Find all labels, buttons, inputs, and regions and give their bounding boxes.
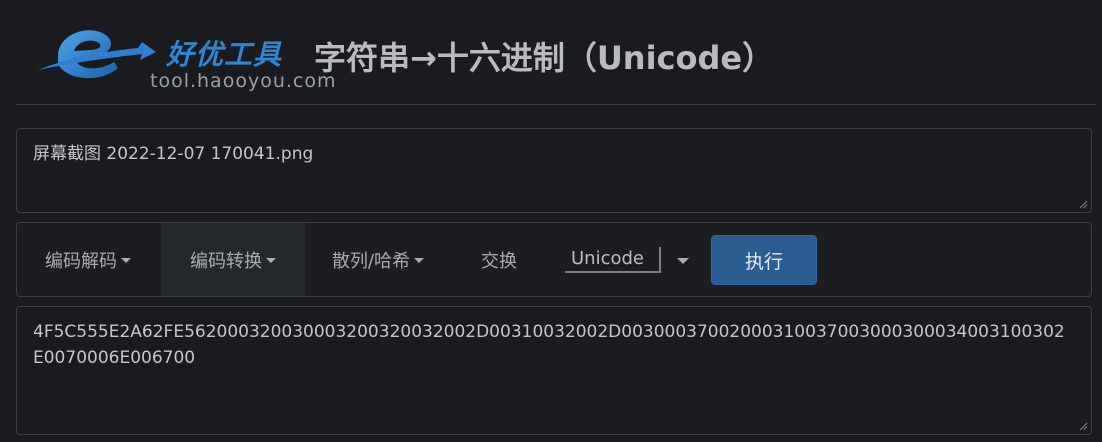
encode-decode-menu[interactable]: 编码解码 bbox=[17, 223, 159, 296]
swap-button[interactable]: 交换 bbox=[457, 223, 541, 296]
input-text: 屏幕截图 2022-12-07 170041.png bbox=[33, 144, 314, 164]
run-button[interactable]: 执行 bbox=[711, 235, 817, 285]
output-textarea[interactable]: 4F5C555E2A62FE56200032003000320032003200… bbox=[16, 306, 1092, 435]
page: 好优工具 tool.haooyou.com 字符串→十六进制（Unicode） … bbox=[0, 0, 1102, 442]
swap-label: 交换 bbox=[481, 250, 517, 272]
chevron-down-icon bbox=[121, 258, 131, 263]
hash-label: 散列/哈希 bbox=[331, 250, 411, 272]
encode-decode-label: 编码解码 bbox=[45, 250, 117, 272]
logo-e-icon bbox=[38, 30, 156, 79]
logo-text-cn: 好优工具 bbox=[166, 38, 283, 71]
encoding-select[interactable]: Unicode bbox=[565, 247, 661, 273]
toolbar: 编码解码 编码转换 散列/哈希 交换 Unicode 执行 bbox=[16, 222, 1092, 297]
input-textarea[interactable]: 屏幕截图 2022-12-07 170041.png bbox=[16, 128, 1092, 213]
run-label: 执行 bbox=[744, 250, 783, 273]
resize-grip-icon[interactable] bbox=[1079, 200, 1088, 209]
hash-menu[interactable]: 散列/哈希 bbox=[307, 223, 449, 296]
header: 好优工具 tool.haooyou.com 字符串→十六进制（Unicode） bbox=[16, 0, 1096, 105]
encoding-convert-label: 编码转换 bbox=[190, 250, 262, 272]
chevron-down-icon bbox=[414, 258, 425, 263]
chevron-down-icon bbox=[266, 258, 276, 263]
resize-grip-icon[interactable] bbox=[1079, 422, 1088, 431]
logo-url-text: tool.haooyou.com bbox=[150, 70, 337, 92]
page-title: 字符串→十六进制（Unicode） bbox=[314, 39, 775, 77]
output-text: 4F5C555E2A62FE56200032003000320032003200… bbox=[33, 322, 1065, 368]
encoding-convert-menu[interactable]: 编码转换 bbox=[161, 223, 305, 296]
encoding-dropdown-icon[interactable] bbox=[677, 258, 689, 264]
